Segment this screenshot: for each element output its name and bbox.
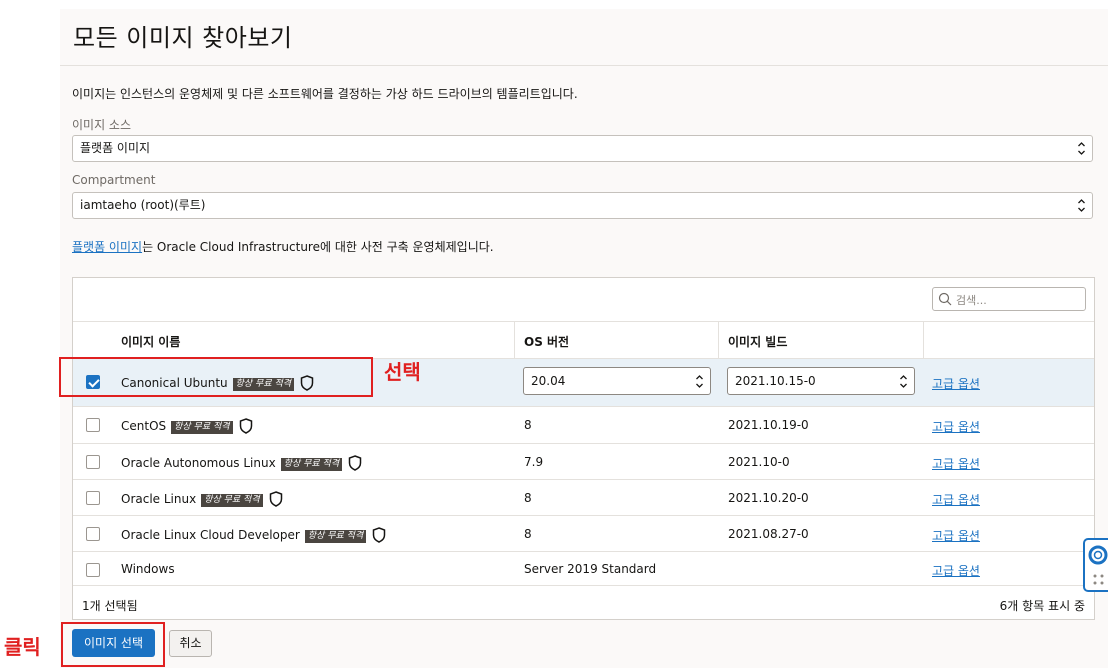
cancel-button[interactable]: 취소 (169, 630, 212, 657)
shield-icon (372, 527, 386, 546)
table-header: 이미지 이름 OS 버전 이미지 빌드 (73, 321, 1094, 358)
note-text: 는 Oracle Cloud Infrastructure에 대한 사전 구축 … (142, 240, 494, 254)
selected-count: 1개 선택됨 (82, 599, 138, 613)
column-header-build[interactable]: 이미지 빌드 (728, 333, 787, 350)
row-checkbox[interactable] (86, 491, 100, 505)
compartment-select[interactable]: iamtaeho (root)(루트) (72, 192, 1093, 219)
image-name: CentOS (121, 419, 167, 433)
table-row[interactable]: Oracle Autonomous Linux 항상 무료 적격 7.9 2021… (73, 443, 1094, 480)
image-source-value: 플랫폼 이미지 (80, 141, 151, 155)
selection-highlight-box (59, 357, 373, 397)
always-free-badge: 항상 무료 적격 (304, 530, 367, 543)
select-annotation-label: 선택 (384, 360, 421, 384)
image-name-cell: Oracle Linux 항상 무료 적격 (121, 491, 283, 510)
page-title: 모든 이미지 찾아보기 (73, 24, 293, 52)
search-placeholder: 검색... (956, 294, 987, 307)
always-free-badge: 항상 무료 적격 (280, 458, 343, 471)
page-description: 이미지는 인스턴스의 운영체제 및 다른 소프트웨어를 결정하는 가상 하드 드… (72, 87, 578, 101)
updown-chevron-icon (1077, 136, 1086, 170)
row-checkbox[interactable] (86, 455, 100, 469)
search-input[interactable]: 검색... (932, 287, 1086, 311)
image-name-cell: Oracle Autonomous Linux 항상 무료 적격 (121, 455, 362, 474)
advanced-options-link[interactable]: 고급 옵션 (932, 455, 980, 472)
image-source-select[interactable]: 플랫폼 이미지 (72, 135, 1093, 162)
shield-icon (269, 491, 283, 510)
os-version-cell: 8 (524, 527, 532, 541)
column-header-name[interactable]: 이미지 이름 (121, 333, 180, 350)
image-name-cell: Oracle Linux Cloud Developer 항상 무료 적격 (121, 527, 386, 546)
items-shown-count: 6개 항목 표시 중 (999, 599, 1085, 613)
os-version-select[interactable]: 20.04 (523, 367, 711, 395)
column-divider (718, 322, 719, 358)
updown-chevron-icon (899, 368, 908, 404)
os-version-cell: Server 2019 Standard (524, 562, 657, 576)
image-name-cell: CentOS 항상 무료 적격 (121, 418, 253, 437)
os-version-cell: 8 (524, 491, 532, 505)
os-version-cell: 8 (524, 418, 532, 432)
compartment-value: iamtaeho (root)(루트) (80, 198, 206, 212)
image-build-cell: 2021.10-0 (728, 455, 790, 469)
image-name: Oracle Linux Cloud Developer (121, 528, 300, 542)
image-build-cell: 2021.10.19-0 (728, 418, 809, 432)
search-icon (938, 291, 952, 310)
compartment-label: Compartment (72, 173, 156, 187)
click-annotation-label: 클릭 (4, 635, 41, 659)
advanced-options-link[interactable]: 고급 옵션 (932, 527, 980, 544)
lifebuoy-icon (1088, 545, 1108, 569)
advanced-options-link[interactable]: 고급 옵션 (932, 375, 980, 392)
platform-images-link[interactable]: 플랫폼 이미지 (72, 240, 142, 254)
image-build-cell: 2021.10.20-0 (728, 491, 809, 505)
updown-chevron-icon (1077, 193, 1086, 227)
image-build-select[interactable]: 2021.10.15-0 (727, 367, 915, 395)
os-version-cell: 7.9 (524, 455, 544, 469)
title-divider (60, 65, 1108, 66)
row-checkbox[interactable] (86, 527, 100, 541)
table-row[interactable]: CentOS 항상 무료 적격 8 2021.10.19-0 고급 옵션 (73, 406, 1094, 443)
table-row[interactable]: Oracle Linux Cloud Developer 항상 무료 적격 8 2… (73, 515, 1094, 552)
column-divider (923, 322, 924, 358)
row-checkbox[interactable] (86, 563, 100, 577)
column-divider (514, 322, 515, 358)
help-widget[interactable] (1083, 538, 1108, 592)
images-table: 검색... 이미지 이름 OS 버전 이미지 빌드 Canonical Ubun… (72, 277, 1095, 620)
shield-icon (348, 455, 362, 474)
shield-icon (239, 418, 253, 437)
advanced-options-link[interactable]: 고급 옵션 (932, 491, 980, 508)
updown-chevron-icon (695, 368, 704, 404)
image-build-value: 2021.10.15-0 (735, 374, 816, 388)
os-version-value: 20.04 (531, 374, 566, 388)
grid-dots-icon (1092, 572, 1106, 591)
click-highlight-box (61, 622, 165, 667)
image-build-cell: 2021.08.27-0 (728, 527, 809, 541)
image-source-label: 이미지 소스 (72, 118, 132, 132)
image-name: Windows (121, 562, 175, 576)
table-row[interactable]: Oracle Linux 항상 무료 적격 8 2021.10.20-0 고급 옵… (73, 479, 1094, 516)
table-footer: 1개 선택됨 6개 항목 표시 중 (73, 585, 1094, 619)
table-row[interactable]: Windows Server 2019 Standard 고급 옵션 (73, 551, 1094, 585)
image-name: Oracle Autonomous Linux (121, 456, 276, 470)
always-free-badge: 항상 무료 적격 (201, 494, 263, 507)
row-checkbox[interactable] (86, 418, 100, 432)
image-name: Oracle Linux (121, 492, 197, 506)
column-header-os-version[interactable]: OS 버전 (524, 333, 569, 350)
platform-images-note: 플랫폼 이미지는 Oracle Cloud Infrastructure에 대한… (72, 238, 494, 255)
always-free-badge: 항상 무료 적격 (171, 421, 233, 434)
advanced-options-link[interactable]: 고급 옵션 (932, 562, 980, 579)
advanced-options-link[interactable]: 고급 옵션 (932, 418, 980, 435)
